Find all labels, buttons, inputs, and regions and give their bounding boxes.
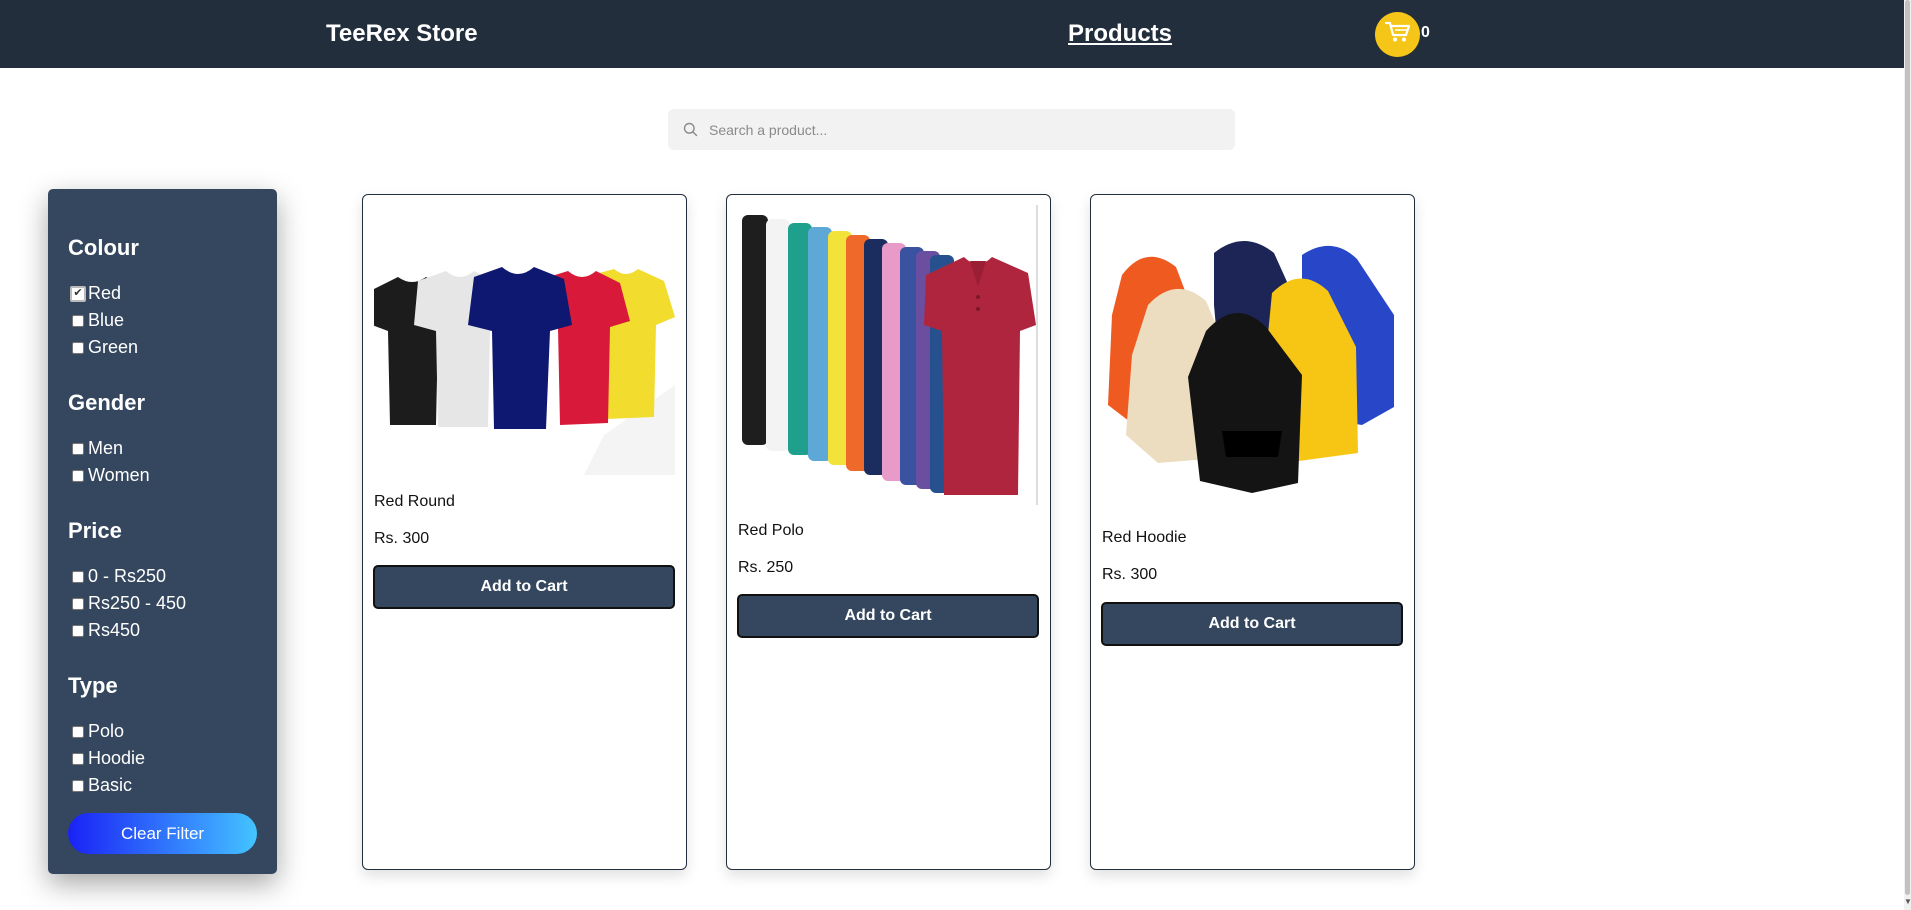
scroll-down-arrow-icon[interactable]: ▼ xyxy=(1904,897,1911,906)
filter-option-label: Green xyxy=(88,337,139,357)
filter-option-label: Polo xyxy=(88,721,125,741)
product-price: Rs. 300 xyxy=(1102,566,1158,583)
product-price: Rs. 250 xyxy=(738,559,794,576)
filter-option-green[interactable]: Green xyxy=(72,337,138,358)
filter-option-label: Red xyxy=(88,283,122,303)
search-bar xyxy=(668,109,1235,150)
scrollbar-thumb[interactable] xyxy=(1905,0,1910,895)
filter-option-label: Hoodie xyxy=(88,748,146,768)
checkbox[interactable] xyxy=(72,624,84,637)
product-name: Red Polo xyxy=(738,522,804,539)
filter-option-price-0-250[interactable]: 0 - Rs250 xyxy=(72,566,166,587)
checkbox[interactable] xyxy=(72,570,84,583)
filter-option-blue[interactable]: Blue xyxy=(72,310,124,331)
product-name: Red Hoodie xyxy=(1102,529,1187,546)
filter-heading-gender: Gender xyxy=(68,390,146,415)
checkbox[interactable] xyxy=(72,725,84,738)
filter-option-label: Basic xyxy=(88,775,133,795)
checkbox[interactable] xyxy=(72,779,84,792)
filter-heading-type: Type xyxy=(68,673,118,698)
cart-icon xyxy=(1384,21,1411,48)
filter-option-label: Blue xyxy=(88,310,125,330)
cart-button[interactable] xyxy=(1375,12,1420,57)
filter-option-label: 0 - Rs250 xyxy=(88,566,167,586)
checkbox-checked-icon[interactable]: ✔ xyxy=(70,285,86,302)
product-card: Red Round Rs. 300 Add to Cart xyxy=(362,194,687,870)
checkbox[interactable] xyxy=(72,341,84,354)
filter-heading-colour: Colour xyxy=(68,235,139,260)
filter-option-label: Men xyxy=(88,438,124,458)
filter-sidebar: Colour ✔ Red Blue Green Gender Men Women… xyxy=(48,189,277,874)
filter-option-price-250-450[interactable]: Rs250 - 450 xyxy=(72,593,186,614)
filter-option-men[interactable]: Men xyxy=(72,438,123,459)
product-image[interactable] xyxy=(738,205,1039,505)
products-link[interactable]: Products xyxy=(1068,20,1172,48)
checkbox[interactable] xyxy=(72,752,84,765)
search-input[interactable] xyxy=(709,121,1209,138)
checkbox[interactable] xyxy=(72,314,84,327)
search-icon xyxy=(683,122,698,137)
product-price: Rs. 300 xyxy=(374,530,430,547)
add-to-cart-button[interactable]: Add to Cart xyxy=(373,565,675,609)
checkbox[interactable] xyxy=(72,442,84,455)
navbar: TeeRex Store Products 0 xyxy=(0,0,1904,68)
vertical-scrollbar[interactable]: ▼ xyxy=(1904,0,1911,910)
product-image[interactable] xyxy=(1102,235,1403,497)
checkbox[interactable] xyxy=(72,597,84,610)
filter-option-label: Rs450 xyxy=(88,620,141,640)
filter-option-hoodie[interactable]: Hoodie xyxy=(72,748,145,769)
add-to-cart-button[interactable]: Add to Cart xyxy=(1101,602,1403,646)
product-card: Red Hoodie Rs. 300 Add to Cart xyxy=(1090,194,1415,870)
filter-option-red[interactable]: ✔ Red xyxy=(70,283,122,304)
clear-filter-button[interactable]: Clear Filter xyxy=(68,813,257,854)
product-card: Red Polo Rs. 250 Add to Cart xyxy=(726,194,1051,870)
filter-option-price-450[interactable]: Rs450 xyxy=(72,620,140,641)
add-to-cart-button[interactable]: Add to Cart xyxy=(737,594,1039,638)
filter-option-polo[interactable]: Polo xyxy=(72,721,124,742)
product-image[interactable] xyxy=(372,255,675,475)
filter-option-label: Women xyxy=(88,465,150,485)
filter-option-label: Rs250 - 450 xyxy=(88,593,187,613)
filter-option-women[interactable]: Women xyxy=(72,465,150,486)
brand-title[interactable]: TeeRex Store xyxy=(326,20,478,48)
filter-heading-price: Price xyxy=(68,518,122,543)
filter-option-basic[interactable]: Basic xyxy=(72,775,132,796)
cart-count-badge: 0 xyxy=(1421,24,1430,41)
product-name: Red Round xyxy=(374,493,455,510)
checkbox[interactable] xyxy=(72,469,84,482)
